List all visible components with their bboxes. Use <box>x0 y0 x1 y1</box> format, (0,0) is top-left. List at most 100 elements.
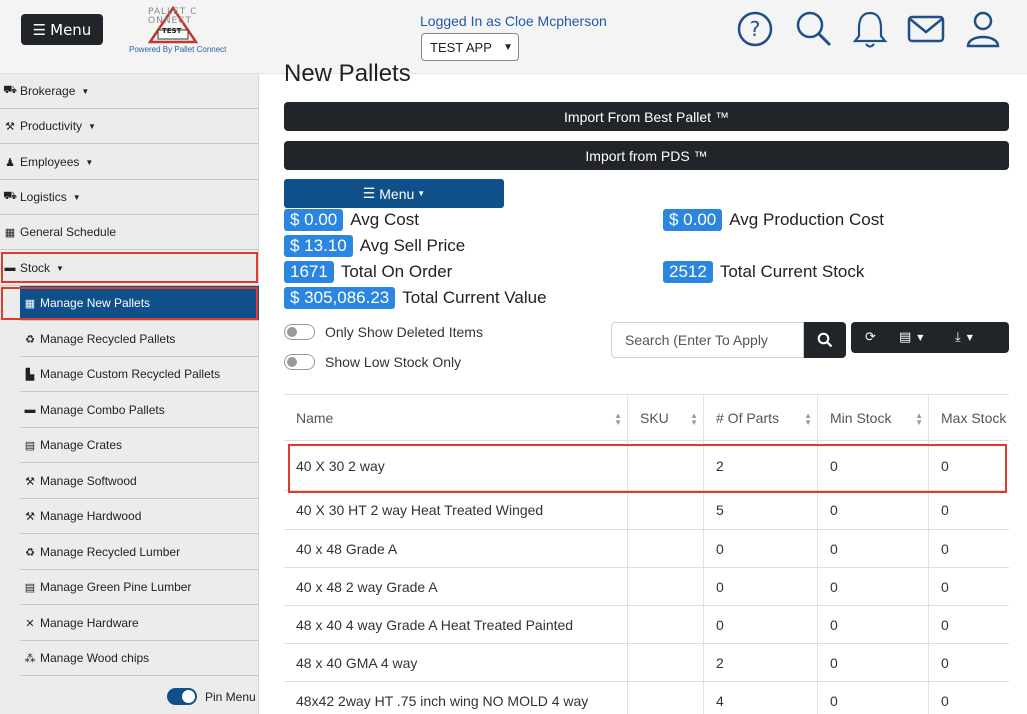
hammer-icon: ⚒ <box>25 510 35 523</box>
col-header-name[interactable]: Name ▲ ▼ <box>284 395 628 440</box>
sidebar-subitem-manage-softwood[interactable]: ⚒ Manage Softwood <box>20 464 259 499</box>
truck-icon: ⛟ <box>3 84 17 96</box>
page-menu-button[interactable]: ☰ Menu ▼ <box>284 179 504 208</box>
caret-down-icon: ▼ <box>85 157 94 167</box>
table-row[interactable]: 48x42 2way HT .75 inch wing NO MOLD 4 wa… <box>284 682 1009 714</box>
hammer-icon: ⚒ <box>5 120 15 133</box>
cell-min-stock: 0 <box>818 491 929 529</box>
cell-parts: 0 <box>704 606 818 643</box>
sidebar-subitem-manage-recycled-lumber[interactable]: ♻ Manage Recycled Lumber <box>20 535 259 570</box>
highlight-stock <box>1 252 258 283</box>
sidebar-subitem-manage-custom-recycled-pallets[interactable]: ▙ Manage Custom Recycled Pallets <box>20 357 259 392</box>
pallets-table: Name ▲ ▼ SKU ▲ ▼ # Of Parts ▲ ▼ Min Stock ▲… <box>284 394 1009 714</box>
cell-parts: 4 <box>704 682 818 714</box>
cell-name: 48 x 40 GMA 4 way <box>284 644 628 681</box>
search-button[interactable] <box>804 322 846 358</box>
sidebar-item-logistics[interactable]: ⛟ Logistics ▼ <box>0 180 259 215</box>
sidebar-subitem-manage-crates[interactable]: ▤ Manage Crates <box>20 428 259 463</box>
bell-icon[interactable] <box>850 8 890 50</box>
mail-icon[interactable] <box>906 8 946 50</box>
sidebar-item-brokerage[interactable]: ⛟ Brokerage ▼ <box>0 74 259 109</box>
download-icon[interactable]: ⤓ ▼ <box>955 322 973 353</box>
import-pds-button[interactable]: Import from PDS ™ <box>284 141 1009 170</box>
powered-by-text: Powered By Pallet Connect <box>129 45 227 54</box>
cell-max-stock: 0 <box>941 540 949 557</box>
logged-in-user: Logged In as Cloe Mcpherson <box>420 13 607 29</box>
sidebar-subitem-manage-recycled-pallets[interactable]: ♻ Manage Recycled Pallets <box>20 322 259 357</box>
col-header-sku[interactable]: SKU ▲ ▼ <box>628 395 704 440</box>
hamburger-icon: ☰ <box>32 20 47 39</box>
cell-sku <box>628 491 704 529</box>
app-select[interactable]: TEST APP ▼ <box>421 33 519 61</box>
low-stock-switch[interactable] <box>284 354 315 370</box>
columns-icon[interactable]: ▤ ▼ <box>899 322 923 353</box>
cell-name: 48x42 2way HT .75 inch wing NO MOLD 4 wa… <box>284 682 628 714</box>
logo-wordmark: PALLET CONNECT <box>148 7 198 26</box>
help-icon[interactable]: ? <box>735 8 775 50</box>
person-icon: ♟ <box>5 156 15 169</box>
chevron-down-icon: ▼ <box>503 42 513 53</box>
refresh-icon[interactable]: ⟳ <box>865 322 876 353</box>
hammer-icon: ⚒ <box>25 475 35 488</box>
stat-total-current-value: $ 305,086.23 Total Current Value <box>284 287 547 309</box>
cell-min-stock: 0 <box>818 606 929 643</box>
hamburger-icon: ☰ <box>362 185 380 201</box>
stat-avg-sell-price: $ 13.10 Avg Sell Price <box>284 235 465 257</box>
table-header-row: Name ▲ ▼ SKU ▲ ▼ # Of Parts ▲ ▼ Min Stock ▲… <box>284 395 1009 441</box>
cell-max-stock: 0 <box>941 616 949 633</box>
cell-min-stock: 0 <box>818 530 929 567</box>
cell-min-stock: 0 <box>818 682 929 714</box>
col-header-max-stock[interactable]: Max Stock <box>929 395 1009 440</box>
page-title: New Pallets <box>284 60 411 87</box>
sort-icon: ▲ ▼ <box>614 411 622 427</box>
col-header-min-stock[interactable]: Min Stock ▲ ▼ <box>818 395 929 440</box>
table-row[interactable]: 48 x 40 GMA 4 way 2 0 0 <box>284 644 1009 682</box>
stat-total-current-stock: 2512 Total Current Stock <box>663 261 864 283</box>
chips-icon: ⁂ <box>24 652 36 665</box>
highlight-manage-new-pallets <box>1 287 258 320</box>
sidebar-subitem-manage-combo-pallets[interactable]: ▬ Manage Combo Pallets <box>20 393 259 428</box>
user-icon[interactable] <box>963 8 1003 50</box>
table-row[interactable]: 40 x 48 Grade A 0 0 0 <box>284 530 1009 568</box>
sidebar-item-employees[interactable]: ♟ Employees ▼ <box>0 145 259 180</box>
toggle-low-stock[interactable]: Show Low Stock Only <box>284 354 461 370</box>
deleted-switch[interactable] <box>284 324 315 340</box>
caret-down-icon: ▼ <box>88 121 96 131</box>
table-row[interactable]: 40 X 30 HT 2 way Heat Treated Winged 5 0… <box>284 491 1009 530</box>
stat-total-on-order: 1671 Total On Order <box>284 261 452 283</box>
sort-icon: ▲ ▼ <box>804 411 812 427</box>
sort-icon: ▲ ▼ <box>915 411 923 427</box>
sidebar: ⛟ Brokerage ▼ ⚒ Productivity ▼ ♟ Employe… <box>0 74 259 714</box>
toggle-deleted-items[interactable]: Only Show Deleted Items <box>284 324 483 340</box>
main-menu-button[interactable]: ☰ Menu <box>21 14 103 45</box>
table-toolbar: ⟳ ▤ ▼ ⤓ ▼ <box>851 322 1009 353</box>
sidebar-item-general-schedule[interactable]: ▦ General Schedule <box>0 215 259 250</box>
stat-avg-production-cost: $ 0.00 Avg Production Cost <box>663 209 884 231</box>
cell-sku <box>628 682 704 714</box>
search-icon <box>817 332 833 348</box>
recycle-icon: ♻ <box>25 333 35 346</box>
cell-name: 40 X 30 HT 2 way Heat Treated Winged <box>284 491 628 529</box>
calendar-icon: ▦ <box>4 226 16 239</box>
search-input[interactable]: Search (Enter To Apply <box>611 322 804 358</box>
cell-name: 48 x 40 4 way Grade A Heat Treated Paint… <box>284 606 628 643</box>
table-row[interactable]: 40 x 48 2 way Grade A 0 0 0 <box>284 568 1009 606</box>
cell-sku <box>628 606 704 643</box>
col-header-parts[interactable]: # Of Parts ▲ ▼ <box>704 395 818 440</box>
sidebar-subitem-manage-hardwood[interactable]: ⚒ Manage Hardwood <box>20 499 259 534</box>
table-row[interactable]: 48 x 40 4 way Grade A Heat Treated Paint… <box>284 606 1009 644</box>
sidebar-subitem-manage-wood-chips[interactable]: ⁂ Manage Wood chips <box>20 641 259 676</box>
tools-icon: ✕ <box>25 617 35 630</box>
pin-switch[interactable] <box>167 688 197 705</box>
recycle-icon: ♻ <box>25 546 35 559</box>
import-best-pallet-button[interactable]: Import From Best Pallet ™ <box>284 102 1009 131</box>
crate-icon: ▤ <box>24 439 36 452</box>
pallet-icon: ▬ <box>24 404 36 416</box>
search-icon[interactable] <box>793 8 833 50</box>
sidebar-subitem-manage-green-pine-lumber[interactable]: ▤ Manage Green Pine Lumber <box>20 570 259 605</box>
pin-menu-toggle[interactable]: Pin Menu <box>167 688 256 705</box>
cell-sku <box>628 644 704 681</box>
sidebar-item-productivity[interactable]: ⚒ Productivity ▼ <box>0 109 259 144</box>
cell-parts: 0 <box>704 568 818 605</box>
sidebar-subitem-manage-hardware[interactable]: ✕ Manage Hardware <box>20 606 259 641</box>
